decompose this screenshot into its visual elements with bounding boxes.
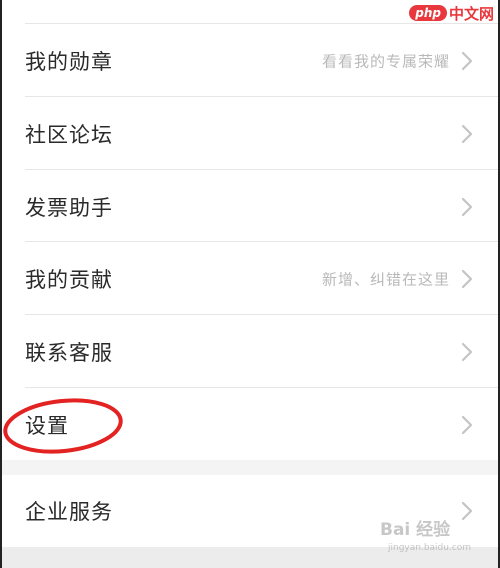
menu-item-settings[interactable]: 设置: [0, 388, 500, 461]
menu-item-label: 企业服务: [25, 500, 113, 524]
menu-item-label: 我的勋章: [25, 49, 113, 74]
menu-item-invoice[interactable]: 发票助手: [0, 170, 500, 243]
chevron-right-icon: [461, 51, 473, 70]
menu-item-label: 设置: [25, 413, 69, 438]
menu-item-label: 联系客服: [25, 340, 113, 365]
menu-item-hint: 新增、纠错在这里: [321, 270, 450, 288]
frame-left-border: [0, 0, 2, 568]
menu-item-label: 我的贡献: [25, 267, 113, 292]
menu-item-label: 社区论坛: [25, 122, 113, 147]
menu-item-medals[interactable]: 我的勋章 看看我的专属荣耀: [0, 24, 500, 97]
baidu-watermark: Bai 经验 jingyan.baidu.com: [380, 515, 490, 561]
menu-item-hint: 看看我的专属荣耀: [321, 52, 450, 70]
menu-item-forum[interactable]: 社区论坛: [0, 97, 500, 170]
baidu-url: jingyan.baidu.com: [388, 543, 472, 553]
menu-item-contribution[interactable]: 我的贡献 新增、纠错在这里: [0, 242, 500, 315]
menu-group-main: 我的勋章 看看我的专属荣耀 社区论坛 发票助手 我的贡献 新增、纠错在这里 联系…: [0, 0, 500, 460]
php-watermark: php 中文网: [409, 2, 494, 24]
chevron-right-icon: [461, 415, 473, 434]
menu-item-customer-service[interactable]: 联系客服: [0, 315, 500, 388]
php-logo: php: [409, 5, 447, 21]
chevron-right-icon: [461, 124, 473, 143]
chevron-right-icon: [461, 342, 473, 361]
chevron-right-icon: [461, 197, 473, 216]
baidu-brand: Bai 经验: [380, 520, 451, 540]
menu-item-label: 发票助手: [25, 195, 113, 220]
php-site-text: 中文网: [448, 4, 494, 23]
chevron-right-icon: [461, 269, 473, 288]
